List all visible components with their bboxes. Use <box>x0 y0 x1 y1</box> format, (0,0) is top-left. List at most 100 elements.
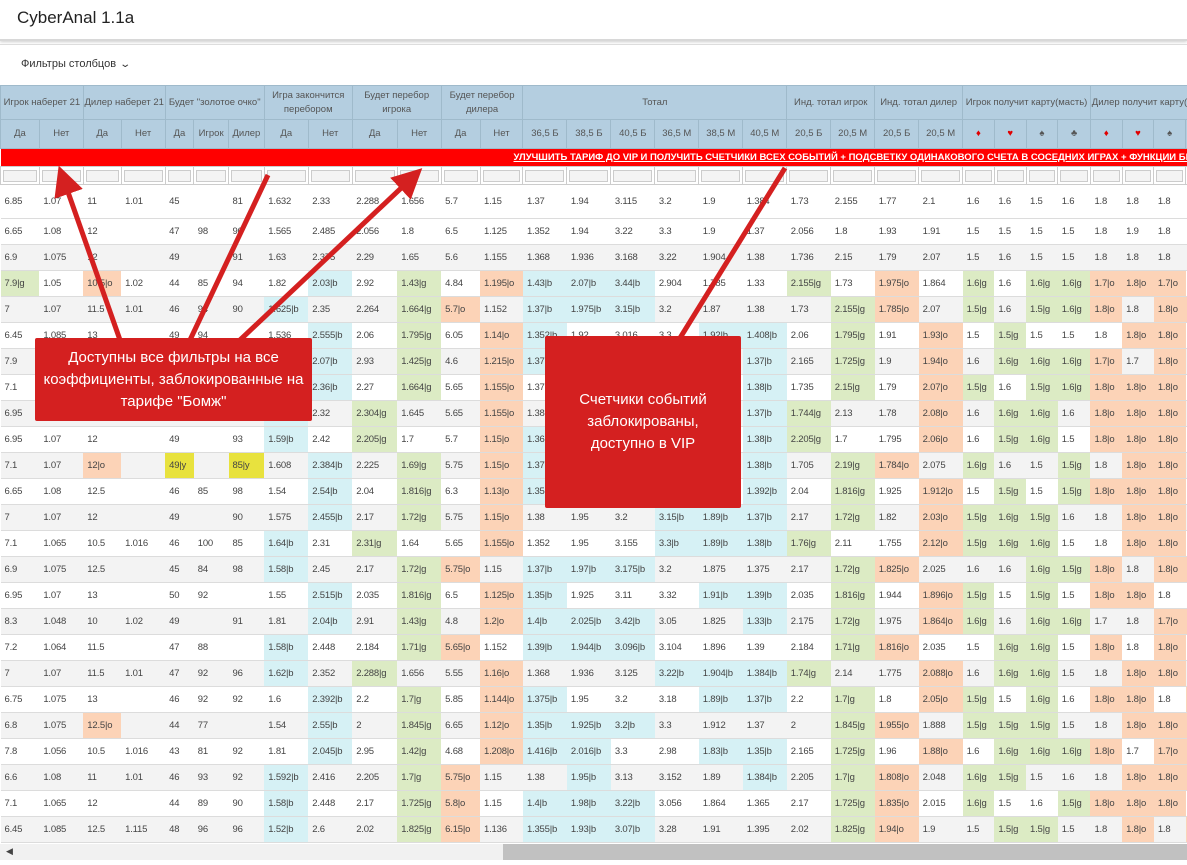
column-filter-input[interactable] <box>522 166 568 185</box>
column-header[interactable]: Да <box>82 119 122 149</box>
table-row[interactable]: 7 1.07 11.5 1.01 47 92 96 1.62|b 2.352 2.288|g 1.6… <box>0 660 1187 687</box>
column-filter-input[interactable] <box>918 166 964 185</box>
filter-field[interactable] <box>701 169 741 182</box>
filter-field[interactable] <box>41 169 81 182</box>
column-header[interactable]: Да <box>351 119 398 149</box>
filter-field[interactable] <box>1092 169 1120 182</box>
column-filter-input[interactable] <box>610 166 656 185</box>
column-filter-input[interactable] <box>228 166 265 185</box>
suit-icon[interactable]: ♠ <box>1153 119 1187 149</box>
column-header[interactable]: 40,5 Б <box>610 119 656 149</box>
column-filter-input[interactable] <box>786 166 832 185</box>
column-header[interactable]: Да <box>164 119 195 149</box>
filter-field[interactable] <box>1060 169 1088 182</box>
filter-field[interactable] <box>877 169 917 182</box>
filter-field[interactable] <box>965 169 992 182</box>
scroll-left-icon[interactable]: ◀ <box>6 846 13 857</box>
table-row[interactable]: 6.85 1.07 11 1.01 45 81 1.632 2.33 2.288 1.656 5.7… <box>0 184 1187 219</box>
table-row[interactable]: 6.75 1.075 13 46 92 92 1.6 2.392|b 2.2 1.7|g 5.85 1… <box>0 686 1187 713</box>
filter-field[interactable] <box>196 169 226 182</box>
filter-field[interactable] <box>525 169 565 182</box>
column-header[interactable]: Игрок <box>193 119 229 149</box>
column-filter-input[interactable] <box>82 166 122 185</box>
suit-icon[interactable]: ♠ <box>1025 119 1059 149</box>
filter-field[interactable] <box>231 169 262 182</box>
suit-icon[interactable]: ♣ <box>1057 119 1091 149</box>
table-row[interactable]: 7.9|g 1.05 10.5|o 1.02 44 85 94 1.82 2.03|b 2.92 1… <box>0 270 1187 297</box>
filter-field[interactable] <box>1028 169 1056 182</box>
column-header[interactable]: 40,5 М <box>742 119 788 149</box>
column-filter-input[interactable] <box>38 166 84 185</box>
table-row[interactable]: 7.1 1.065 10.5 1.016 46 100 85 1.64|b 2.31 2.31|g… <box>0 530 1187 557</box>
column-filter-input[interactable] <box>193 166 229 185</box>
filter-field[interactable] <box>833 169 873 182</box>
column-filter-input[interactable] <box>1025 166 1059 185</box>
column-filter-input[interactable] <box>1153 166 1187 185</box>
filter-field[interactable] <box>996 169 1024 182</box>
column-header[interactable]: 20,5 М <box>830 119 876 149</box>
column-header[interactable]: 20,5 Б <box>874 119 920 149</box>
column-filter-input[interactable] <box>830 166 876 185</box>
filter-field[interactable] <box>569 169 609 182</box>
column-filter-input[interactable] <box>440 166 481 185</box>
upgrade-banner-link[interactable]: УЛУЧШИТЬ ТАРИФ ДО VIP И ПОЛУЧИТЬ СЧЕТЧИК… <box>1 149 1187 166</box>
filter-field[interactable] <box>482 169 521 182</box>
column-header[interactable]: 36,5 Б <box>522 119 568 149</box>
filter-field[interactable] <box>85 169 119 182</box>
filter-field[interactable] <box>399 169 439 182</box>
column-filter-input[interactable] <box>120 166 166 185</box>
column-filters-button[interactable]: Фильтры столбцов ⌄ <box>21 58 131 70</box>
column-filter-input[interactable] <box>742 166 788 185</box>
column-filter-input[interactable] <box>164 166 195 185</box>
filter-field[interactable] <box>1124 169 1152 182</box>
scrollbar-thumb[interactable] <box>503 844 1187 860</box>
filter-field[interactable] <box>310 169 350 182</box>
filter-field[interactable] <box>921 169 961 182</box>
filter-field[interactable] <box>3 169 37 182</box>
column-header[interactable]: 20,5 М <box>918 119 964 149</box>
column-filter-input[interactable] <box>479 166 524 185</box>
column-filter-input[interactable] <box>874 166 920 185</box>
table-row[interactable]: 8.3 1.048 10 1.02 49 91 1.81 2.04|b 2.91 1.43|g 4.… <box>0 608 1187 635</box>
table-row[interactable]: 6.9 1.075 12.5 45 84 98 1.58|b 2.45 2.17 1.72|g 5.… <box>0 556 1187 583</box>
column-header[interactable]: Нет <box>479 119 524 149</box>
table-row[interactable]: 6.45 1.085 12.5 1.115 48 96 96 1.52|b 2.6 2.02 1.8… <box>0 816 1187 843</box>
column-filter-input[interactable] <box>962 166 995 185</box>
column-filter-input[interactable] <box>993 166 1027 185</box>
suit-icon[interactable]: ♥ <box>1121 119 1155 149</box>
column-filter-input[interactable] <box>307 166 353 185</box>
filter-field[interactable] <box>789 169 829 182</box>
column-filter-input[interactable] <box>566 166 612 185</box>
column-header[interactable]: 38,5 М <box>698 119 744 149</box>
filter-field[interactable] <box>167 169 192 182</box>
column-filter-input[interactable] <box>351 166 398 185</box>
column-header[interactable]: Дилер <box>228 119 265 149</box>
suit-icon[interactable]: ♦ <box>1089 119 1123 149</box>
column-filter-input[interactable] <box>396 166 442 185</box>
filter-field[interactable] <box>613 169 653 182</box>
suit-icon[interactable]: ♦ <box>962 119 995 149</box>
table-row[interactable]: 7.1 1.065 12 44 89 90 1.58|b 2.448 2.17 1.725|g 5.… <box>0 790 1187 817</box>
column-header[interactable]: Нет <box>38 119 84 149</box>
filter-field[interactable] <box>443 169 478 182</box>
filter-field[interactable] <box>1156 169 1184 182</box>
upgrade-banner[interactable]: УЛУЧШИТЬ ТАРИФ ДО VIP И ПОЛУЧИТЬ СЧЕТЧИК… <box>0 148 1187 167</box>
column-header[interactable]: Да <box>440 119 481 149</box>
suit-icon[interactable]: ♥ <box>993 119 1027 149</box>
column-header[interactable]: Да <box>263 119 309 149</box>
horizontal-scrollbar[interactable]: ◀ <box>0 844 1187 860</box>
table-row[interactable]: 6.95 1.07 13 50 92 1.55 2.515|b 2.035 1.816|g 6.5… <box>0 582 1187 609</box>
column-filter-input[interactable] <box>654 166 700 185</box>
column-header[interactable]: Да <box>0 119 40 149</box>
column-header[interactable]: Нет <box>307 119 353 149</box>
column-filter-input[interactable] <box>1121 166 1155 185</box>
column-filter-input[interactable] <box>263 166 309 185</box>
filter-field[interactable] <box>745 169 785 182</box>
filter-field[interactable] <box>657 169 697 182</box>
column-filter-input[interactable] <box>698 166 744 185</box>
column-filter-input[interactable] <box>1089 166 1123 185</box>
table-row[interactable]: 6.65 1.08 12 47 98 90 1.565 2.485 2.056 1.8 6.5 1.1… <box>0 218 1187 245</box>
table-row[interactable]: 7 1.07 11.5 1.01 46 94 90 1.625|b 2.35 2.264 1.664… <box>0 296 1187 323</box>
column-header[interactable]: 36,5 М <box>654 119 700 149</box>
column-filter-input[interactable] <box>1057 166 1091 185</box>
